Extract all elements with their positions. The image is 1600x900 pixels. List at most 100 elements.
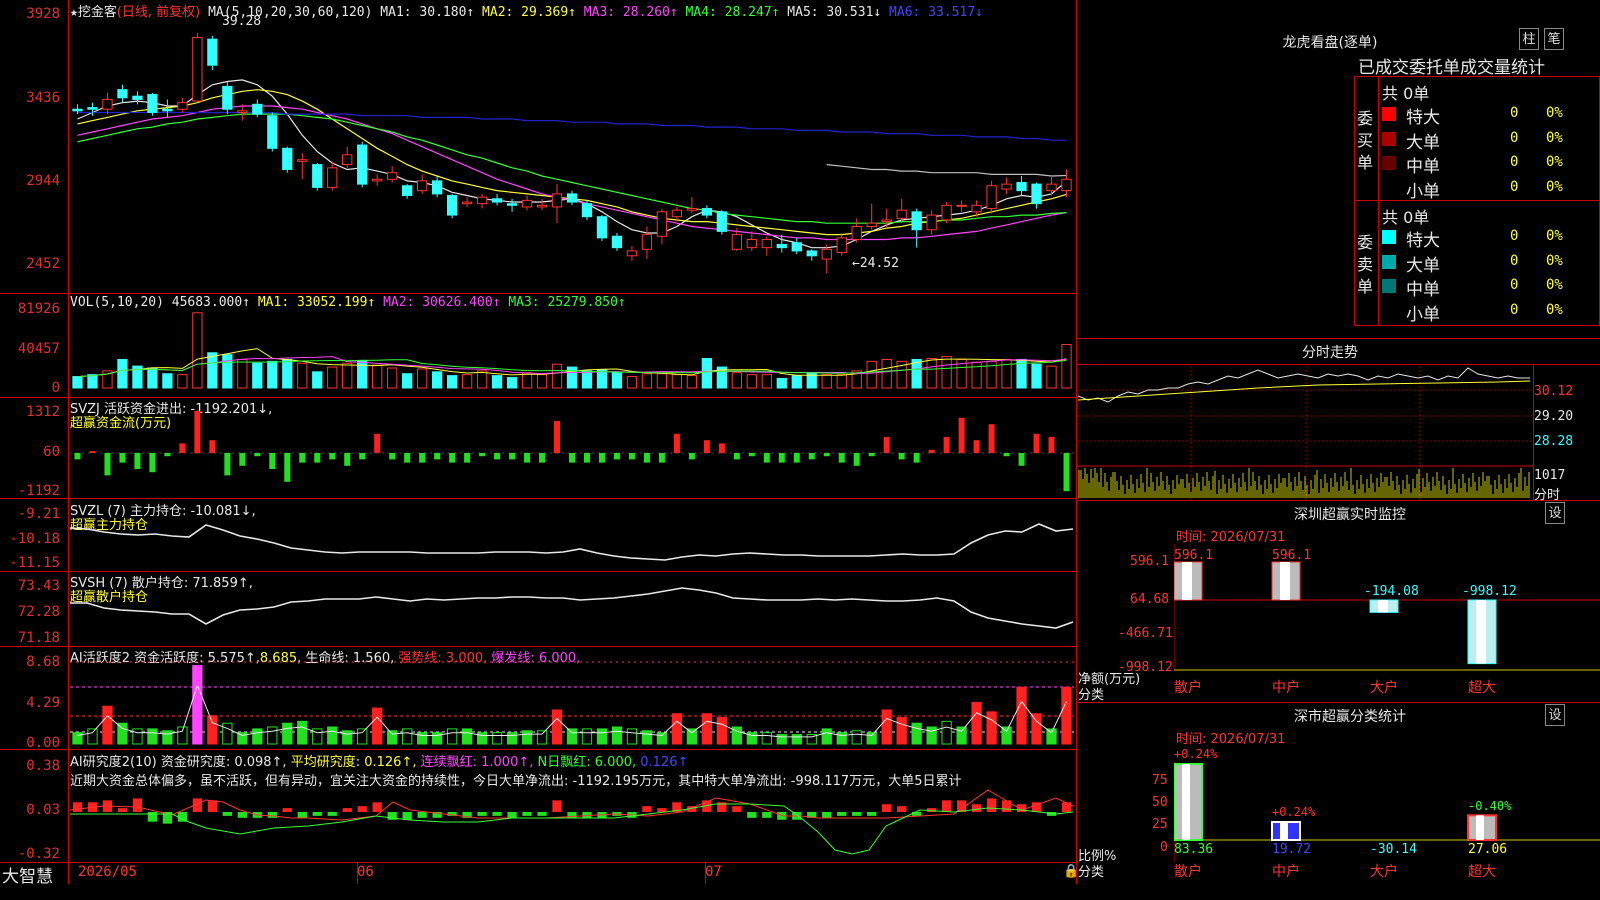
sc-xlabel: 分类 [1078, 865, 1105, 880]
sc-top-label-0: +0.24% [1174, 747, 1218, 761]
sz-settings-button[interactable]: 设 [1545, 502, 1565, 524]
sz-monitor-chart[interactable]: 596.1 散户 596.1 中户 -194.08 大户 -998.12 超大 [1174, 544, 1600, 694]
candle-body [147, 94, 158, 113]
svzj-bar [778, 453, 785, 463]
candle-body [222, 85, 233, 110]
ai2-bar [986, 798, 997, 812]
ai2-bar [522, 812, 532, 816]
volume-bar [881, 358, 892, 389]
ai1-bar [162, 730, 173, 745]
candlestick-chart[interactable] [70, 18, 1074, 290]
volume-chart[interactable] [70, 310, 1074, 390]
candle-body [177, 102, 188, 110]
intraday-chart[interactable] [1078, 366, 1534, 500]
svzj-bar [119, 453, 126, 463]
svzj-bar [419, 453, 426, 463]
ai1-bars [72, 665, 1072, 745]
candle-body [701, 208, 713, 216]
ai1-bar [761, 732, 772, 745]
candle-body [821, 248, 832, 260]
ai1-tick-1: 8.68 [26, 654, 60, 670]
sell-total: 共 0单 [1382, 208, 1430, 227]
svzj-bar [838, 453, 845, 463]
ai2-bar [117, 808, 128, 812]
candle-body [851, 225, 862, 241]
candle-body [836, 237, 847, 254]
tick-view-button[interactable]: 笔 [1544, 28, 1564, 50]
svzl-chart[interactable] [70, 510, 1074, 568]
volume-bar [521, 372, 533, 389]
candle-body [896, 209, 907, 219]
svzj-bar [688, 453, 695, 460]
candle-body [207, 38, 218, 66]
ai2-chart[interactable] [70, 788, 1074, 860]
sc-settings-button[interactable]: 设 [1545, 704, 1565, 726]
volume-bar [641, 373, 653, 389]
volume-bar [222, 354, 233, 389]
svsh-line [70, 587, 1074, 629]
candle-body [162, 108, 173, 112]
svzj-bar [793, 453, 800, 463]
svzj-bar [1003, 453, 1010, 457]
sell-row-name-3: 小单 [1406, 304, 1440, 325]
svzj-bar [374, 433, 381, 453]
sc-top-label-1: +0.24% [1272, 805, 1316, 819]
sc-cat-0: 散户 [1174, 863, 1202, 880]
volume-bar [506, 377, 518, 389]
ai2-bar [402, 812, 412, 820]
sell-row-name-1: 大单 [1406, 255, 1440, 276]
vol-tick-2: 40457 [17, 341, 60, 357]
svzj-bar [209, 440, 216, 453]
sc-value-1: 19.72 [1272, 842, 1311, 857]
date-sep-2 [705, 862, 706, 884]
svzj-bar [434, 453, 441, 460]
volume-bar [237, 358, 248, 389]
intraday-top [1076, 338, 1600, 339]
ai1-bar [686, 728, 698, 745]
candle-body [656, 211, 668, 237]
svzj-bar [973, 440, 980, 453]
yaxis-divider [68, 0, 69, 884]
svzj-bar [1018, 453, 1025, 466]
sell-swatch-3 [1382, 303, 1396, 318]
volume-bar [1031, 363, 1042, 389]
order-stats-tabs[interactable]: 已成交委托单成交量统计 [1358, 53, 1545, 78]
ai2-bar [971, 804, 982, 812]
buy-total: 共 0单 [1382, 84, 1430, 103]
candle-body [626, 250, 638, 257]
divider-bottom [0, 862, 1076, 863]
candle-body [791, 242, 802, 252]
svsh-tick-2: 72.28 [17, 604, 60, 620]
svzj-chart[interactable] [70, 410, 1074, 496]
ai2-bar [372, 802, 382, 812]
sell-swatch-2 [1382, 279, 1396, 293]
sell-row-pct-0: 0% [1546, 228, 1563, 244]
ai1-bar [941, 720, 952, 745]
sz-bar-shine-3 [1476, 600, 1486, 664]
svzj-bar [239, 453, 246, 466]
svzj-bar [299, 453, 306, 463]
lock-icon[interactable]: 🔒 [1063, 864, 1079, 879]
order-stats-sidecol [1378, 76, 1379, 326]
brand-label: 大智慧 [2, 867, 53, 887]
candle-body [971, 204, 982, 213]
svzj-bar [359, 453, 366, 460]
svsh-chart[interactable] [70, 580, 1074, 642]
svzj-tick-3: -1192 [17, 483, 60, 499]
buy-row-count-2: 0 [1510, 154, 1519, 170]
candle-body [596, 216, 608, 239]
ai1-bar [402, 728, 413, 745]
ai2-label: AI研究度2(10) 资金研究度: 0.098↑, [70, 755, 287, 770]
volume-bar [282, 358, 293, 389]
ai1-bar [461, 728, 473, 745]
sc-stats-chart[interactable]: 83.36 散户 19.72 中户 -30.14 大户 27.06 超大 +0.24% +0.24… [1174, 744, 1600, 898]
bar-view-button[interactable]: 柱 [1519, 28, 1539, 50]
candle-body [881, 219, 892, 223]
ai1-bar [1046, 728, 1057, 745]
svzj-bar [104, 453, 111, 476]
date-tick-2: 06 [357, 864, 374, 880]
svzj-bar [404, 453, 411, 463]
svzj-bar [958, 417, 965, 453]
candle-body [671, 209, 683, 218]
ai1-chart[interactable] [70, 660, 1074, 746]
